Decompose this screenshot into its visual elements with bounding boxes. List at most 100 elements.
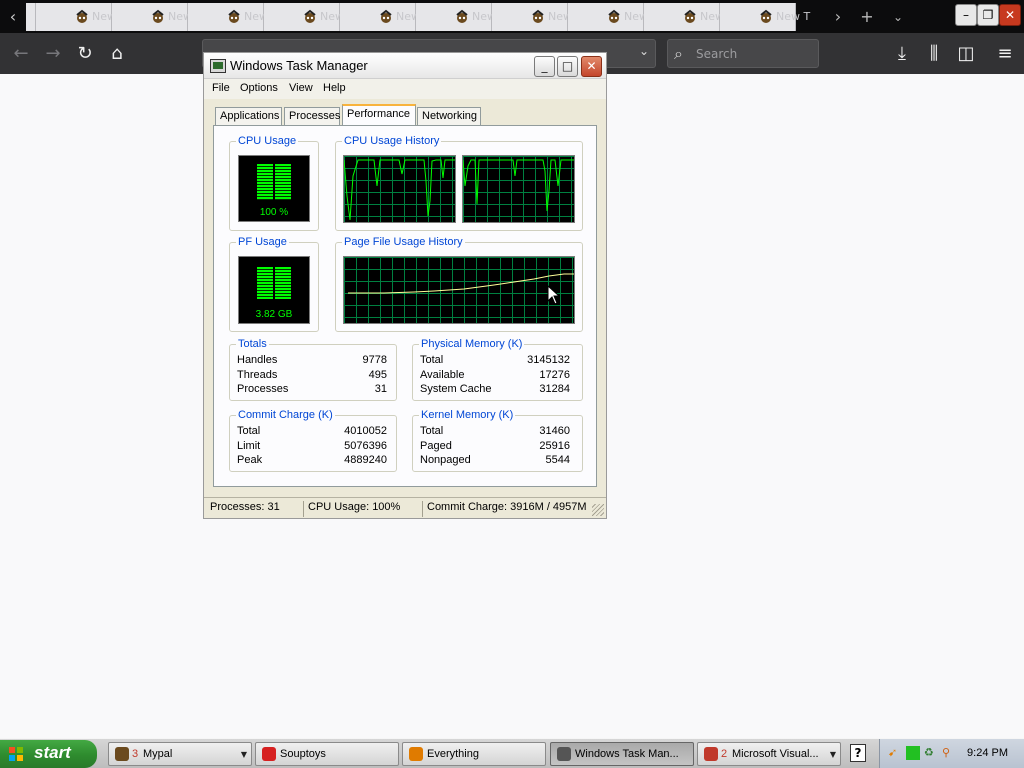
sidebar-icon[interactable]: ◫ <box>954 42 978 66</box>
start-button[interactable]: start <box>0 740 97 768</box>
taskbar-button-souptoys[interactable]: Souptoys <box>255 742 399 766</box>
status-green-icon[interactable] <box>906 746 920 760</box>
stat-name: Processes <box>237 383 289 395</box>
forward-arrow-icon[interactable]: → <box>41 42 65 66</box>
taskbar-button-visual-studio[interactable]: 2 Microsoft Visual... ▼ <box>697 742 841 766</box>
minimize-button[interactable]: _ <box>534 56 555 77</box>
taskbar: start 3 Mypal ▼ Souptoys Everything Windows T… <box>0 738 1024 768</box>
menu-hamburger-icon[interactable]: ≡ <box>993 42 1017 66</box>
pf-usage-label: PF Usage <box>236 236 289 248</box>
physical-memory-label: Physical Memory (K) <box>419 338 525 350</box>
scroll-tabs-left-button[interactable]: ‹ <box>2 3 24 31</box>
stat-value: 9778 <box>362 354 387 366</box>
title-bar[interactable]: Windows Task Manager _ □ ✕ <box>204 53 606 79</box>
mypal-icon <box>115 747 129 761</box>
tab-row: New T New T New T New T New T New T New T New T… <box>26 3 819 31</box>
menu-help[interactable]: Help <box>323 82 346 94</box>
close-button[interactable]: ✕ <box>581 56 602 77</box>
taskbar-button-mypal[interactable]: 3 Mypal ▼ <box>108 742 252 766</box>
stat-row-processes: Processes 31 <box>237 383 387 398</box>
cpu-history-graph-core-1 <box>343 155 456 223</box>
restore-browser-button[interactable]: ❐ <box>977 4 999 26</box>
stat-row-nonpaged: Nonpaged 5544 <box>420 454 570 469</box>
cpu-usage-label: CPU Usage <box>236 135 299 147</box>
maximize-button[interactable]: □ <box>557 56 578 77</box>
resize-grip[interactable] <box>592 504 604 516</box>
mypal-favicon-icon <box>152 9 164 23</box>
browser-tab-partial[interactable] <box>26 3 36 31</box>
browser-tab[interactable]: New T <box>492 3 582 31</box>
help-icon[interactable]: ? <box>850 744 866 762</box>
physical-memory-group: Physical Memory (K) Total 3145132 Availa… <box>412 338 583 401</box>
stat-row-commit-total: Total 4010052 <box>237 425 387 440</box>
search-input[interactable]: ⌕ Search <box>667 39 819 68</box>
cpu-usage-group: CPU Usage 100 % <box>229 135 319 231</box>
stat-row-threads: Threads 495 <box>237 369 387 384</box>
browser-tab[interactable]: New T <box>264 3 354 31</box>
browser-tab[interactable]: New T <box>720 3 810 31</box>
mypal-favicon-icon <box>76 9 88 23</box>
mypal-favicon-icon <box>380 9 392 23</box>
browser-tab[interactable]: New T <box>112 3 202 31</box>
stat-name: Total <box>420 354 444 366</box>
task-label: Microsoft Visual... <box>732 748 819 760</box>
stat-name: Paged <box>420 440 452 452</box>
start-label: start <box>34 743 71 762</box>
stat-value: 495 <box>368 369 387 381</box>
home-icon[interactable]: ⌂ <box>105 42 129 66</box>
taskbar-button-taskmgr[interactable]: Windows Task Man... <box>550 742 694 766</box>
back-arrow-icon[interactable]: ← <box>9 42 33 66</box>
task-group-count: 3 <box>132 748 139 760</box>
stat-row-paged: Paged 25916 <box>420 440 570 455</box>
downloads-icon[interactable]: ⤓ <box>890 42 914 66</box>
library-icon[interactable]: ⫼ <box>922 42 946 66</box>
scroll-tabs-right-button[interactable]: › <box>823 3 853 31</box>
taskbar-button-everything[interactable]: Everything <box>402 742 546 766</box>
status-cpu-usage: CPU Usage: 100% <box>304 501 423 517</box>
search-icon: ⌕ <box>674 44 683 63</box>
new-tab-button[interactable]: + <box>852 3 882 31</box>
pf-usage-group: PF Usage 3.82 GB <box>229 236 319 332</box>
url-history-dropdown-icon[interactable]: ⌄ <box>639 44 649 58</box>
close-browser-button[interactable]: ✕ <box>999 4 1021 26</box>
menu-options[interactable]: Options <box>240 82 278 94</box>
stat-name: Limit <box>237 440 261 452</box>
tab-performance[interactable]: Performance <box>342 104 416 125</box>
status-processes: Processes: 31 <box>206 501 304 517</box>
search-tray-icon[interactable]: ⚲ <box>942 746 956 760</box>
network-icon[interactable]: ➹ <box>888 746 902 760</box>
task-dropdown-arrow-icon[interactable]: ▼ <box>830 750 836 759</box>
stat-value: 31284 <box>539 383 570 395</box>
mypal-favicon-icon <box>532 9 544 23</box>
menu-file[interactable]: File <box>212 82 230 94</box>
mypal-favicon-icon <box>608 9 620 23</box>
tab-processes[interactable]: Processes <box>284 107 340 125</box>
tab-applications[interactable]: Applications <box>215 107 282 125</box>
browser-tab[interactable]: New T <box>340 3 430 31</box>
browser-tab[interactable]: New T <box>568 3 658 31</box>
list-all-tabs-button[interactable]: ⌄ <box>883 3 913 31</box>
recycle-icon[interactable]: ♻ <box>924 746 938 760</box>
clock: 9:24 PM <box>967 747 1008 759</box>
mypal-favicon-icon <box>760 9 772 23</box>
cpu-history-line-1 <box>344 159 455 221</box>
browser-tab[interactable]: New T <box>644 3 734 31</box>
souptoys-icon <box>262 747 276 761</box>
browser-tab[interactable]: New T <box>36 3 126 31</box>
stat-name: Nonpaged <box>420 454 471 466</box>
browser-tab[interactable]: New T <box>416 3 506 31</box>
cpu-meter-bar <box>257 164 291 200</box>
reload-icon[interactable]: ↻ <box>73 42 97 66</box>
browser-tab[interactable]: New T <box>188 3 278 31</box>
mypal-favicon-icon <box>456 9 468 23</box>
tab-networking[interactable]: Networking <box>417 107 481 125</box>
totals-label: Totals <box>236 338 269 350</box>
menu-view[interactable]: View <box>289 82 313 94</box>
task-dropdown-arrow-icon[interactable]: ▼ <box>241 750 247 759</box>
cpu-history-group: CPU Usage History <box>335 135 583 231</box>
minimize-browser-button[interactable]: – <box>955 4 977 26</box>
stat-row-system-cache: System Cache 31284 <box>420 383 570 398</box>
cpu-usage-value: 100 % <box>259 207 289 218</box>
search-placeholder: Search <box>696 47 738 61</box>
stat-name: Handles <box>237 354 278 366</box>
